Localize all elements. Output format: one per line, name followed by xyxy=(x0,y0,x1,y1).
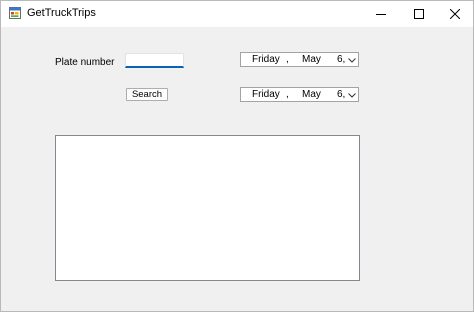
chevron-down-icon[interactable] xyxy=(347,55,357,65)
date-to-separator: , xyxy=(286,89,289,100)
minimize-button[interactable] xyxy=(363,1,399,27)
form-client-area: Plate number Search Friday , May 6, Frid… xyxy=(1,27,473,311)
plate-number-label: Plate number xyxy=(55,57,115,68)
date-from-day: Friday xyxy=(252,54,280,65)
date-to-month: May xyxy=(302,89,321,100)
date-to-date: 6, xyxy=(337,89,346,100)
title-bar[interactable]: GetTruckTrips xyxy=(1,1,473,27)
windows-form-icon xyxy=(9,7,21,19)
date-from-separator: , xyxy=(286,54,289,65)
date-from-picker[interactable]: Friday , May 6, xyxy=(240,52,359,67)
maximize-button[interactable] xyxy=(401,1,437,27)
plate-number-input[interactable] xyxy=(125,53,184,68)
search-button[interactable]: Search xyxy=(126,88,168,101)
close-button[interactable] xyxy=(437,1,473,27)
results-listbox[interactable] xyxy=(55,135,360,281)
date-to-day: Friday xyxy=(252,89,280,100)
date-to-picker[interactable]: Friday , May 6, xyxy=(240,87,359,102)
date-from-date: 6, xyxy=(337,54,346,65)
maximize-icon xyxy=(414,9,424,19)
date-from-month: May xyxy=(302,54,321,65)
minimize-icon xyxy=(376,14,386,15)
chevron-down-icon[interactable] xyxy=(347,90,357,100)
window-title: GetTruckTrips xyxy=(27,7,96,19)
close-icon xyxy=(450,9,460,19)
app-window: GetTruckTrips Plate number Search Friday… xyxy=(0,0,474,312)
